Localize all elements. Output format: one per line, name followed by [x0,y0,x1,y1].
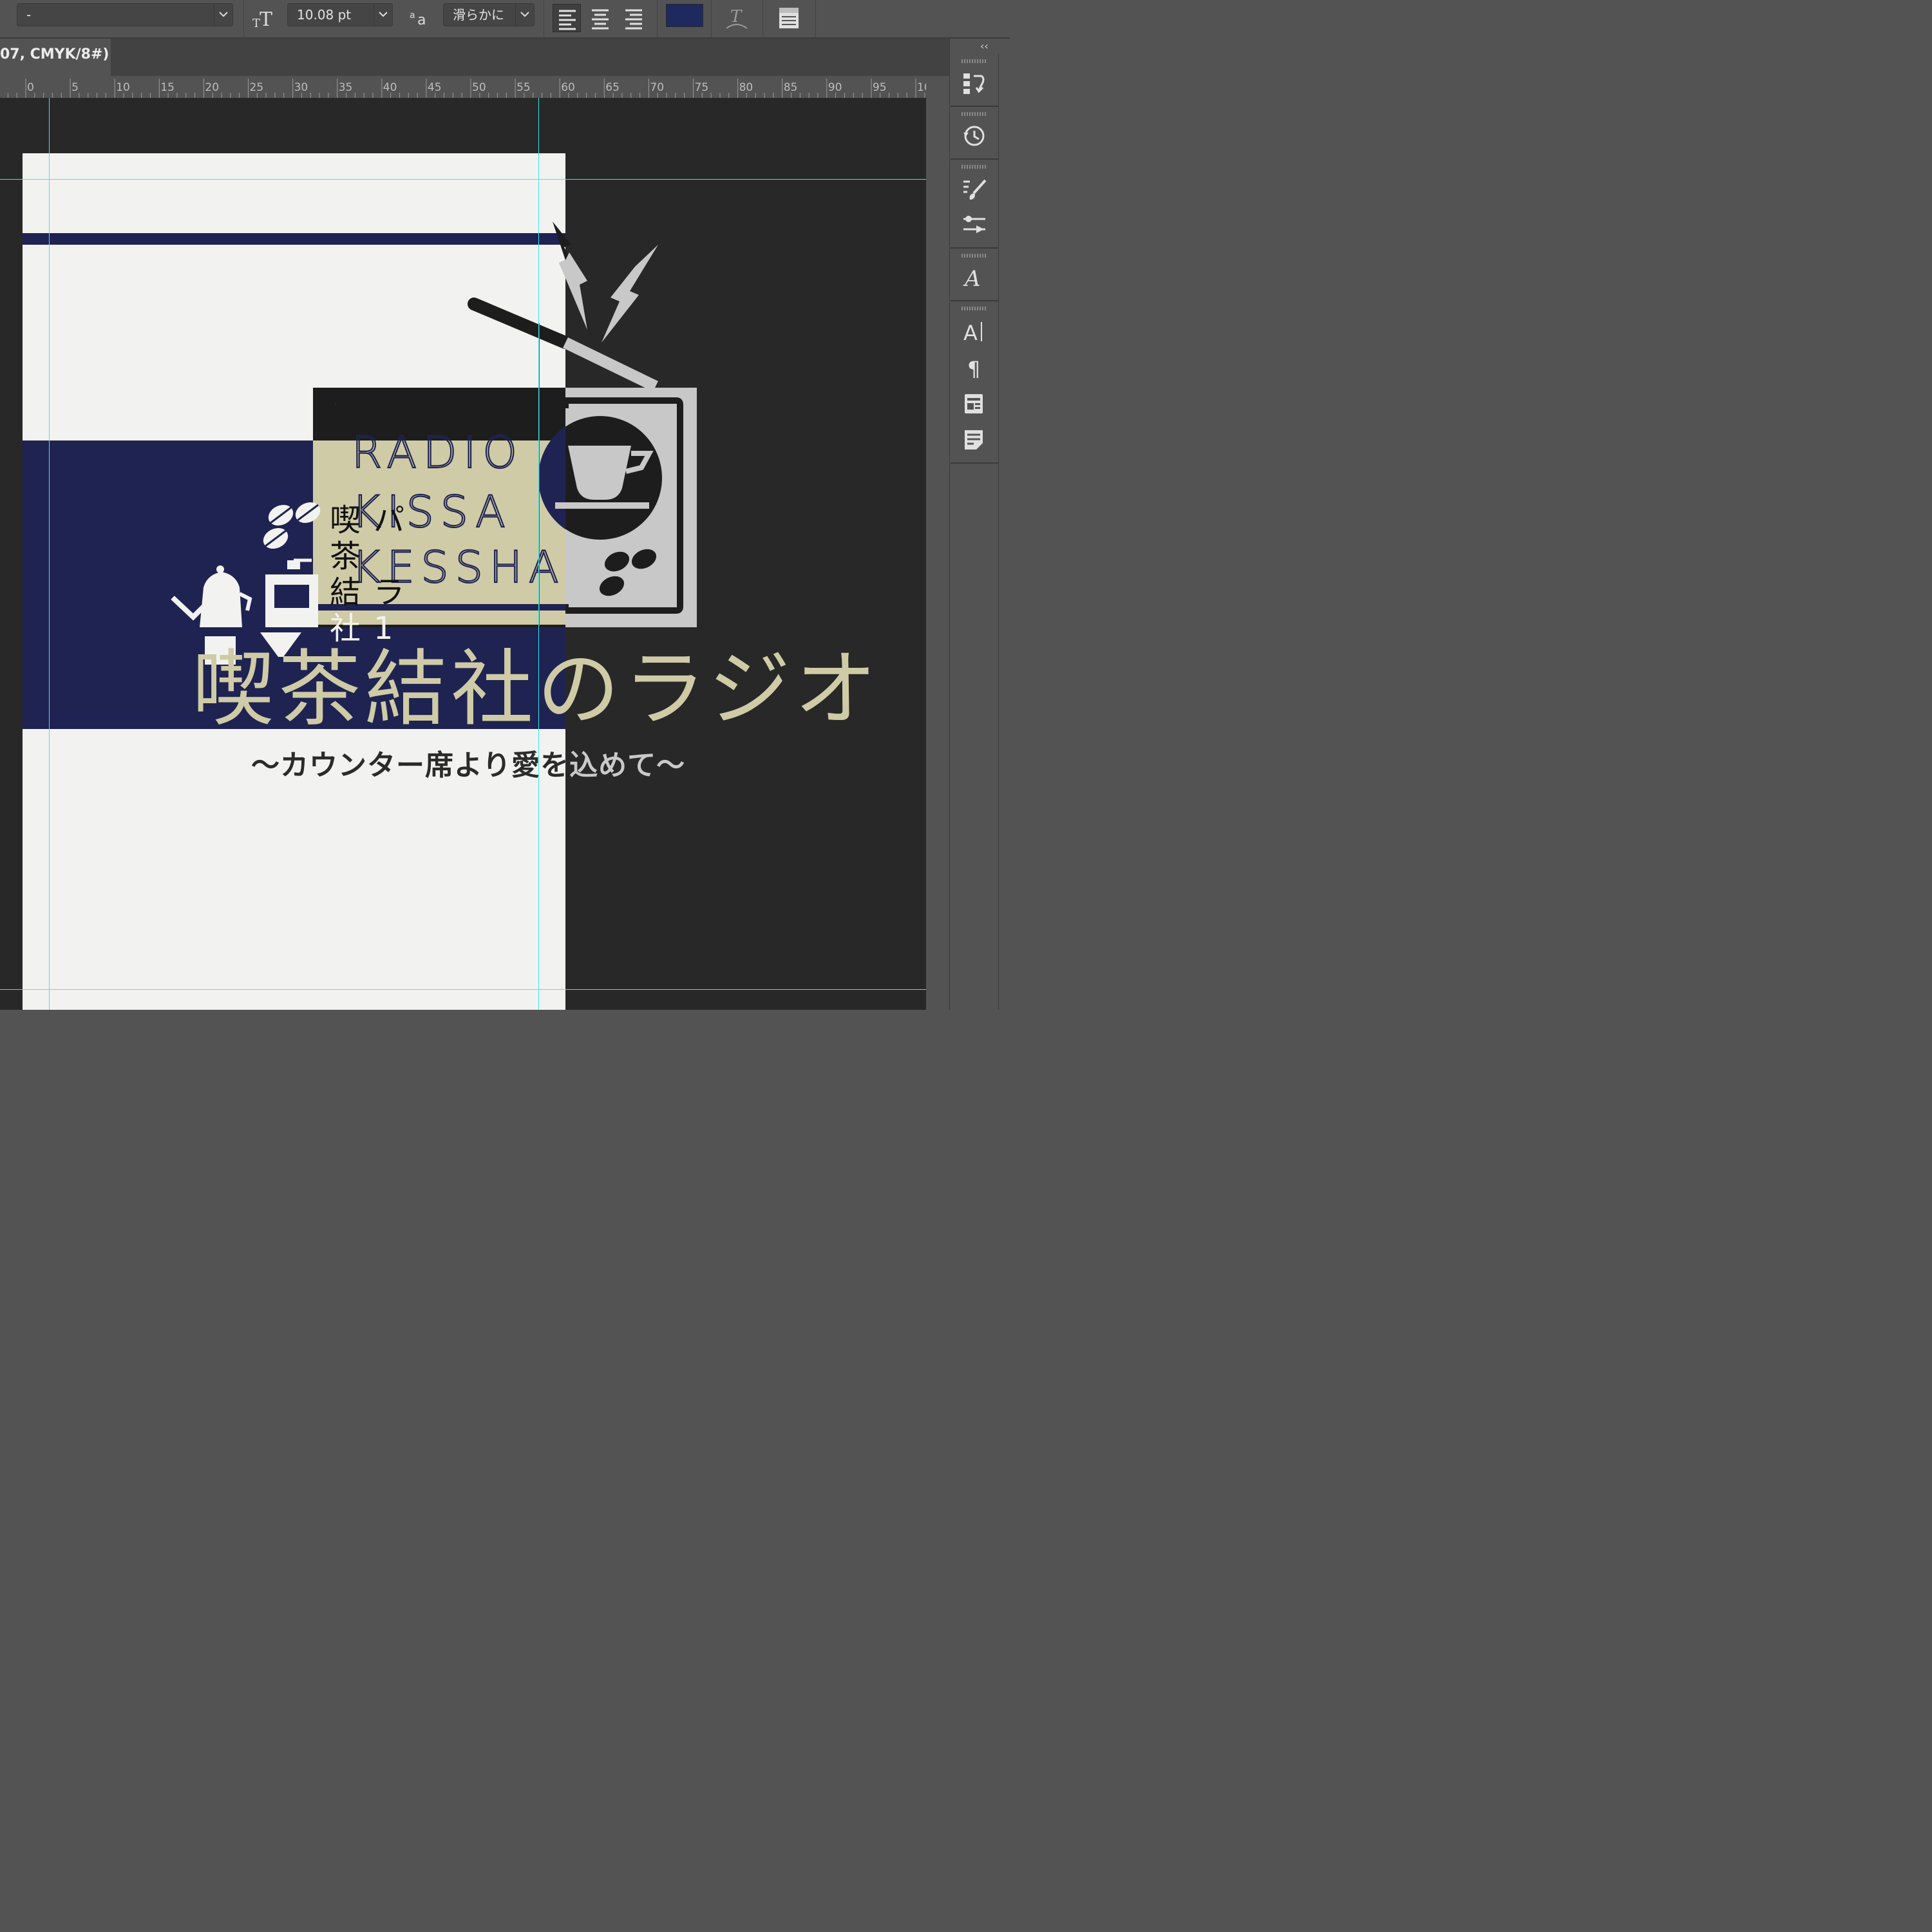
toolbar-divider [815,0,816,37]
panel-group: A [951,249,998,301]
layer-comps-icon[interactable] [962,71,987,95]
brush-settings-icon[interactable] [962,178,987,202]
align-center-button[interactable] [586,4,614,32]
ruler-label: 0 [27,81,34,94]
panel-group [951,160,998,249]
toolbar-divider [762,0,763,37]
toolbar-divider [657,0,658,37]
ruler-label: 75 [694,81,709,94]
ruler-label: 45 [427,81,442,94]
chevron-down-icon [214,4,232,26]
ruler-label: 40 [383,81,397,94]
ruler-label: 10 [917,81,926,94]
anti-alias-select[interactable]: 滑らかに [443,3,535,26]
align-left-button[interactable] [553,4,581,32]
horizontal-ruler[interactable]: 0 5 10 15 20 25 30 35 40 45 50 55 60 65 70 75 80 85 90 95 10 [0,76,926,99]
glyphs-icon[interactable]: A [962,265,987,292]
document-tab-bar: 07, CMYK/8#) [0,39,949,76]
ruler-label: 20 [205,81,220,94]
ruler-label: 10 [116,81,130,94]
panel-grip[interactable] [961,254,987,258]
toolbar-divider [243,0,244,37]
align-right-button[interactable] [620,4,648,32]
toolbar-divider [711,0,712,37]
document-tab[interactable]: 07, CMYK/8#) [0,39,111,76]
svg-text:T: T [260,8,272,31]
canvas-area[interactable]: RADIO KISSA KESSHA 喫 茶 結 社 パ ラ 1 喫茶結社のラジ… [0,98,926,1010]
svg-text:a: a [410,10,415,21]
panel-grip[interactable] [961,165,987,169]
ruler-label: 50 [472,81,486,94]
ruler-label: 95 [872,81,887,94]
panel-grip[interactable] [961,59,987,63]
ruler-label: 5 [71,81,79,94]
text-color-swatch[interactable] [666,4,703,27]
ruler-label: 70 [650,81,665,94]
panel-group [951,54,998,107]
chevron-down-icon [515,4,534,26]
main-title-art: 喫茶結社のラジオ [192,641,880,737]
document-tab-title: 07, CMYK/8#) [0,46,109,62]
ruler-label: 65 [605,81,620,94]
tool-presets-icon[interactable] [962,213,987,237]
svg-text:A: A [963,266,981,290]
font-style-value: - [26,7,32,23]
ruler-label: 30 [294,81,308,94]
ruler-label: 85 [783,81,798,94]
guide-horizontal[interactable] [0,179,926,180]
character-icon[interactable]: A [962,319,987,345]
panel-grip[interactable] [961,112,987,116]
paragraph-styles-icon[interactable] [962,428,987,452]
ruler-label: 80 [739,81,753,94]
anti-alias-icon: aa [408,4,434,32]
paragraph-icon[interactable]: ¶ [962,355,987,381]
ruler-label: 60 [561,81,575,94]
svg-text:T: T [730,7,743,26]
collapse-panels-icon[interactable]: ‹‹ [980,40,989,52]
font-size-icon: TT [251,4,277,32]
ruler-label: 35 [338,81,353,94]
font-size-field[interactable]: 10.08 pt [287,3,393,26]
chevron-down-icon [374,4,392,26]
panel-grip[interactable] [961,307,987,310]
panel-group [951,107,998,160]
ruler-label: 90 [828,81,842,94]
ruler-label: 15 [160,81,175,94]
font-style-select[interactable]: - [17,3,233,26]
font-size-value: 10.08 pt [297,7,352,23]
character-styles-icon[interactable] [962,392,987,416]
panel-group: A ¶ [951,301,998,464]
ruler-label: 25 [249,81,264,94]
anti-alias-value: 滑らかに [453,7,504,23]
svg-text:¶: ¶ [967,357,980,380]
ruler-label: 55 [516,81,531,94]
svg-text:A: A [963,321,978,344]
warp-text-icon[interactable]: T [723,4,751,32]
character-panel-icon[interactable] [775,4,804,32]
history-icon[interactable] [962,124,987,148]
guide-horizontal[interactable] [0,989,926,990]
main-title: 喫茶結社のラジオ [192,641,880,737]
guide-vertical[interactable] [538,98,539,1010]
svg-text:a: a [417,12,426,28]
guide-vertical[interactable] [49,98,50,1010]
options-bar: - TT 10.08 pt aa 滑らかに T [0,0,1010,39]
